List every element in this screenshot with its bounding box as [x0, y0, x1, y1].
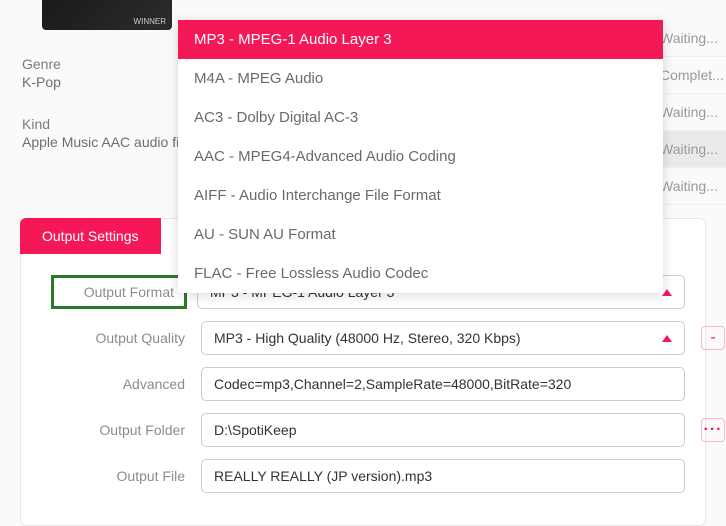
output-file-label: Output File: [21, 468, 191, 484]
output-quality-label: Output Quality: [21, 330, 191, 346]
genre-label: Genre: [22, 56, 203, 72]
caret-up-icon: [662, 335, 672, 342]
kind-label: Kind: [22, 116, 203, 132]
output-file-input[interactable]: [201, 459, 685, 493]
output-format-label: Output Format: [51, 275, 187, 309]
dropdown-option[interactable]: FLAC - Free Lossless Audio Codec: [178, 254, 663, 293]
output-settings-tab[interactable]: Output Settings: [20, 218, 161, 254]
status-item: Waiting...: [656, 168, 726, 205]
genre-value: K-Pop: [22, 74, 203, 90]
output-format-dropdown-panel: MP3 - MPEG-1 Audio Layer 3 M4A - MPEG Au…: [178, 20, 663, 293]
dropdown-option[interactable]: AAC - MPEG4-Advanced Audio Coding: [178, 137, 663, 176]
quality-minus-button[interactable]: -: [701, 326, 725, 350]
status-item: Waiting...: [656, 131, 726, 168]
dropdown-option[interactable]: AC3 - Dolby Digital AC-3: [178, 98, 663, 137]
kind-value: Apple Music AAC audio file: [22, 134, 203, 150]
browse-folder-button[interactable]: ···: [701, 418, 725, 442]
status-item: Waiting...: [656, 20, 726, 57]
status-item: Complet...: [656, 57, 726, 94]
output-folder-label: Output Folder: [21, 422, 191, 438]
status-item: Waiting...: [656, 94, 726, 131]
album-art: [42, 0, 172, 30]
output-quality-value: MP3 - High Quality (48000 Hz, Stereo, 32…: [214, 330, 521, 346]
output-quality-select[interactable]: MP3 - High Quality (48000 Hz, Stereo, 32…: [201, 321, 685, 355]
dropdown-option[interactable]: AU - SUN AU Format: [178, 215, 663, 254]
output-folder-input[interactable]: [201, 413, 685, 447]
dropdown-option[interactable]: AIFF - Audio Interchange File Format: [178, 176, 663, 215]
dropdown-option[interactable]: MP3 - MPEG-1 Audio Layer 3: [178, 20, 663, 59]
dropdown-option[interactable]: M4A - MPEG Audio: [178, 59, 663, 98]
advanced-label: Advanced: [21, 376, 191, 392]
caret-up-icon: [662, 289, 672, 296]
status-list: Waiting... Complet... Waiting... Waiting…: [656, 20, 726, 205]
advanced-input[interactable]: [201, 367, 685, 401]
